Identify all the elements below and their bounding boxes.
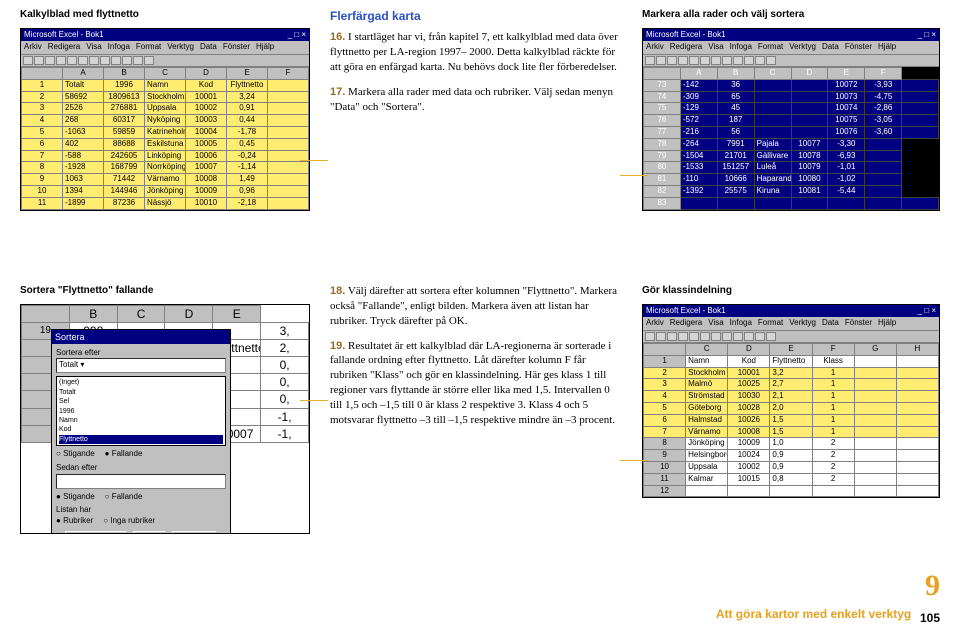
radio-stigande2[interactable]: ● Stigande [56,492,95,503]
sort-dialog: Sortera Sortera efter Totalt ▾ (Inget)To… [51,329,231,534]
dropdown-thenby[interactable] [56,474,226,489]
connector-line [300,400,328,401]
dialog-title: Sortera [52,330,230,344]
label-sortby: Sortera efter [56,348,226,359]
radio-ingarubriker[interactable]: ○ Inga rubriker [103,516,155,527]
window-titlebar: Microsoft Excel - Bok1_ □ × [21,29,309,42]
window-titlebar: Microsoft Excel - Bok1_ □ × [643,305,939,318]
caption-sortera: Sortera "Flyttnetto" fallande [20,284,310,298]
connector-line [620,460,648,461]
page-footer: 9 Att göra kartor med enkelt verktyg 105 [716,566,940,627]
instruction-17: 17. Markera alla rader med data och rubr… [330,85,622,115]
page-number: 105 [920,611,940,625]
menu-bar: ArkivRedigeraVisaInfogaFormatVerktygData… [21,41,309,55]
connector-line [620,175,648,176]
dropdown-options[interactable]: (Inget)TotaltSel1996NamnKodFlyttnetto [56,376,226,446]
spreadsheet-grid: CDEFGH1NamnKodFlyttnettoKlass2Stockholm1… [643,343,939,497]
heading-flerfargad: Flerfärgad karta [330,8,622,24]
menu-bar: ArkivRedigeraVisaInfogaFormatVerktygData… [643,317,939,331]
radio-rubriker[interactable]: ● Rubriker [56,516,93,527]
screenshot-sheet3: Microsoft Excel - Bok1_ □ × ArkivRediger… [642,304,940,499]
button-options[interactable]: Alternativ... [65,531,126,533]
toolbar [21,55,309,67]
screenshot-sheet1: Microsoft Excel - Bok1_ □ × ArkivRediger… [20,28,310,211]
connector-line [300,160,328,161]
instruction-16: 16. I startläget har vi, från kapitel 7,… [330,30,622,75]
caption-klassindelning: Gör klassindelning [642,284,940,298]
toolbar [643,55,939,67]
spreadsheet-grid-selected: ABCDEF73-1423610072-3,9374-3096510073-4,… [643,67,939,210]
menu-bar: ArkivRedigeraVisaInfogaFormatVerktygData… [643,41,939,55]
instruction-19: 19. Resultatet är ett kalkylblad där LA-… [330,339,622,428]
radio-stigande[interactable]: ○ Stigande [56,449,95,460]
instruction-18: 18. Välj därefter att sortera efter kolu… [330,284,622,329]
caption-kalkylblad: Kalkylblad med flyttnetto [20,8,310,22]
radio-fallande[interactable]: ● Fallande [105,449,143,460]
dropdown-sortby[interactable]: Totalt ▾ [56,358,226,373]
screenshot-sheet2: Microsoft Excel - Bok1_ □ × ArkivRediger… [642,28,940,211]
chapter-title: Att göra kartor med enkelt verktyg [716,606,911,622]
toolbar [643,331,939,343]
window-titlebar: Microsoft Excel - Bok1_ □ × [643,29,939,42]
label-listhas: Listan har [56,505,226,516]
radio-fallande2[interactable]: ○ Fallande [105,492,143,503]
spreadsheet-grid: ABCDEF1Totalt1996NamnKodFlyttnetto258692… [21,67,309,210]
button-ok[interactable]: OK [133,531,167,533]
label-thenby: Sedan efter [56,463,226,474]
screenshot-sortdialog: BCDE190983,768Flyttnetto2,6030,3280,8860… [20,304,310,534]
chapter-number: 9 [925,569,940,602]
caption-markera: Markera alla rader och välj sortera [642,8,940,22]
button-cancel[interactable]: Avbryt [172,531,217,533]
